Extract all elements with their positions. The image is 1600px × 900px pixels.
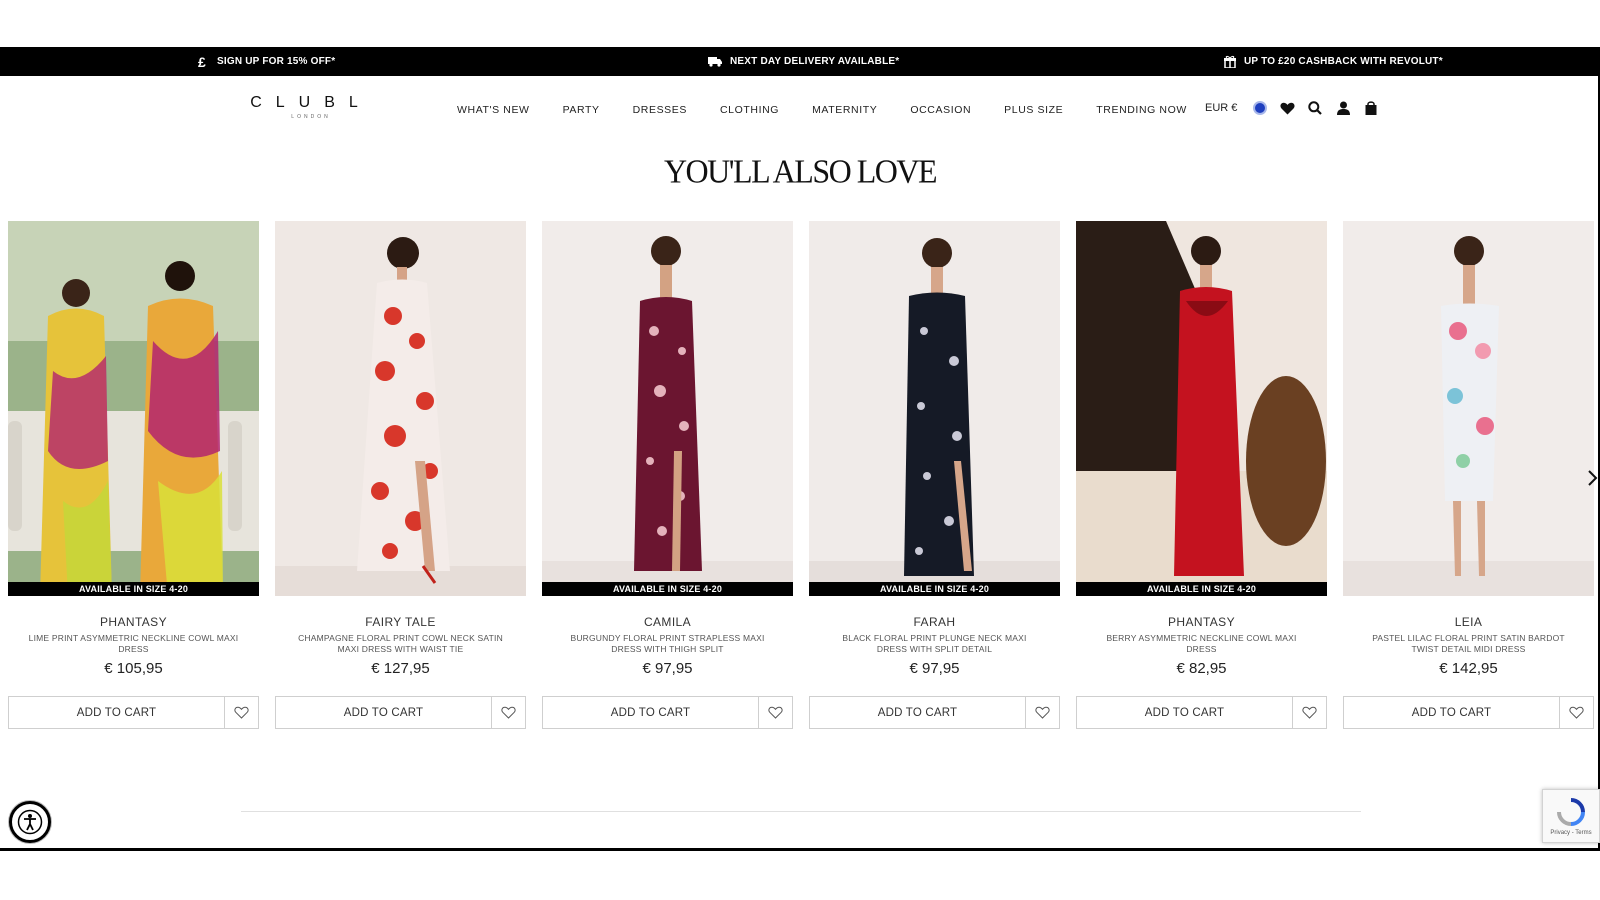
product-price: € 97,95 bbox=[642, 660, 693, 677]
nav-item-party[interactable]: PARTY bbox=[563, 104, 600, 116]
nav-item-clothing[interactable]: CLOTHING bbox=[720, 104, 779, 116]
carousel-next-chevron-icon[interactable] bbox=[1585, 468, 1599, 488]
size-badge: AVAILABLE IN SIZE 4-20 bbox=[1076, 582, 1327, 596]
promo-delivery[interactable]: NEXT DAY DELIVERY AVAILABLE* bbox=[708, 47, 899, 76]
product-name[interactable]: LEIA bbox=[1343, 615, 1594, 629]
product-price: € 127,95 bbox=[371, 660, 430, 677]
heart-icon[interactable] bbox=[1279, 100, 1295, 116]
product-card: AVAILABLE IN SIZE 4-20 PHANTASY LIME PRI… bbox=[8, 221, 259, 731]
site-logo[interactable]: CLUBL LONDON bbox=[246, 94, 376, 120]
size-badge: AVAILABLE IN SIZE 4-20 bbox=[542, 582, 793, 596]
section-title: YOU'LL ALSO LOVE bbox=[663, 152, 938, 190]
account-icon[interactable] bbox=[1335, 100, 1351, 116]
product-description: BERRY ASYMMETRIC NECKLINE COWL MAXI DRES… bbox=[1106, 633, 1297, 654]
add-to-cart-button[interactable]: ADD TO CART bbox=[1076, 696, 1293, 729]
add-to-cart-button[interactable]: ADD TO CART bbox=[1343, 696, 1560, 729]
product-price: € 97,95 bbox=[909, 660, 960, 677]
recaptcha-badge[interactable]: Privacy - Terms bbox=[1542, 789, 1600, 843]
product-carousel: AVAILABLE IN SIZE 4-20 PHANTASY LIME PRI… bbox=[8, 221, 1600, 731]
nav-item-maternity[interactable]: MATERNITY bbox=[812, 104, 877, 116]
product-image[interactable]: AVAILABLE IN SIZE 4-20 bbox=[1076, 221, 1327, 596]
product-image[interactable]: AVAILABLE IN SIZE 4-20 bbox=[8, 221, 259, 596]
size-badge: AVAILABLE IN SIZE 4-20 bbox=[809, 582, 1060, 596]
product-description: PASTEL LILAC FLORAL PRINT SATIN BARDOT T… bbox=[1372, 633, 1565, 654]
product-card: AVAILABLE IN SIZE 4-20 CAMILA BURGUNDY F… bbox=[542, 221, 793, 731]
product-name[interactable]: CAMILA bbox=[542, 615, 793, 629]
nav-item-occasion[interactable]: OCCASION bbox=[910, 104, 971, 116]
nav-item-whats-new[interactable]: WHAT'S NEW bbox=[457, 104, 530, 116]
promo-signup-text: SIGN UP FOR 15% OFF* bbox=[217, 56, 336, 67]
header-tools: EUR € bbox=[1205, 100, 1379, 116]
product-card: LEIA PASTEL LILAC FLORAL PRINT SATIN BAR… bbox=[1343, 221, 1594, 731]
add-to-cart-button[interactable]: ADD TO CART bbox=[8, 696, 225, 729]
product-price: € 82,95 bbox=[1176, 660, 1227, 677]
currency-selector[interactable]: EUR € bbox=[1205, 102, 1237, 114]
wishlist-heart-icon[interactable] bbox=[759, 696, 793, 729]
product-card: AVAILABLE IN SIZE 4-20 PHANTASY BERRY AS… bbox=[1076, 221, 1327, 731]
wishlist-heart-icon[interactable] bbox=[225, 696, 259, 729]
search-icon[interactable] bbox=[1307, 100, 1323, 116]
wishlist-heart-icon[interactable] bbox=[1560, 696, 1594, 729]
promo-delivery-text: NEXT DAY DELIVERY AVAILABLE* bbox=[730, 56, 900, 67]
product-price: € 105,95 bbox=[104, 660, 163, 677]
accessibility-icon[interactable] bbox=[9, 801, 51, 843]
product-actions: ADD TO CART bbox=[275, 696, 526, 729]
promo-cashback[interactable]: UP TO £20 CASHBACK WITH REVOLUT* bbox=[1224, 47, 1443, 76]
wishlist-heart-icon[interactable] bbox=[1293, 696, 1327, 729]
recaptcha-icon bbox=[1557, 797, 1585, 826]
gift-icon bbox=[1224, 55, 1236, 68]
product-price: € 142,95 bbox=[1439, 660, 1498, 677]
bag-icon[interactable] bbox=[1363, 100, 1379, 116]
product-card: AVAILABLE IN SIZE 4-20 FARAH BLACK FLORA… bbox=[809, 221, 1060, 731]
product-description: BURGUNDY FLORAL PRINT STRAPLESS MAXI DRE… bbox=[570, 633, 765, 654]
product-image[interactable] bbox=[1343, 221, 1594, 596]
product-actions: ADD TO CART bbox=[1343, 696, 1594, 729]
product-image[interactable] bbox=[275, 221, 526, 596]
site-header: CLUBL LONDON WHAT'S NEW PARTY DRESSES CL… bbox=[0, 76, 1600, 136]
product-name[interactable]: PHANTASY bbox=[8, 615, 259, 629]
product-description: LIME PRINT ASYMMETRIC NECKLINE COWL MAXI… bbox=[28, 633, 239, 654]
product-actions: ADD TO CART bbox=[8, 696, 259, 729]
product-name[interactable]: PHANTASY bbox=[1076, 615, 1327, 629]
promo-signup[interactable]: £ SIGN UP FOR 15% OFF* bbox=[198, 47, 335, 76]
nav-item-plus-size[interactable]: PLUS SIZE bbox=[1004, 104, 1063, 116]
add-to-cart-button[interactable]: ADD TO CART bbox=[275, 696, 492, 729]
logo-subtext: LONDON bbox=[291, 114, 331, 120]
pound-icon: £ bbox=[198, 55, 209, 69]
wishlist-heart-icon[interactable] bbox=[492, 696, 526, 729]
add-to-cart-button[interactable]: ADD TO CART bbox=[809, 696, 1026, 729]
size-badge: AVAILABLE IN SIZE 4-20 bbox=[8, 582, 259, 596]
product-description: BLACK FLORAL PRINT PLUNGE NECK MAXI DRES… bbox=[842, 633, 1027, 654]
add-to-cart-button[interactable]: ADD TO CART bbox=[542, 696, 759, 729]
footer-divider bbox=[241, 811, 1361, 812]
nav-item-trending-now[interactable]: TRENDING NOW bbox=[1096, 104, 1187, 116]
flag-icon[interactable] bbox=[1253, 101, 1268, 115]
product-image[interactable]: AVAILABLE IN SIZE 4-20 bbox=[809, 221, 1060, 596]
main-nav: WHAT'S NEW PARTY DRESSES CLOTHING MATERN… bbox=[457, 104, 1220, 116]
wishlist-heart-icon[interactable] bbox=[1026, 696, 1060, 729]
product-card: FAIRY TALE CHAMPAGNE FLORAL PRINT COWL N… bbox=[275, 221, 526, 731]
svg-text:£: £ bbox=[198, 55, 206, 69]
delivery-truck-icon bbox=[708, 56, 722, 67]
product-description: CHAMPAGNE FLORAL PRINT COWL NECK SATIN M… bbox=[298, 633, 503, 654]
product-name[interactable]: FAIRY TALE bbox=[275, 615, 526, 629]
promo-cashback-text: UP TO £20 CASHBACK WITH REVOLUT* bbox=[1244, 56, 1443, 67]
logo-text: CLUBL bbox=[250, 94, 372, 111]
recaptcha-links[interactable]: Privacy - Terms bbox=[1550, 830, 1591, 836]
product-actions: ADD TO CART bbox=[809, 696, 1060, 729]
product-name[interactable]: FARAH bbox=[809, 615, 1060, 629]
product-actions: ADD TO CART bbox=[542, 696, 793, 729]
product-image[interactable]: AVAILABLE IN SIZE 4-20 bbox=[542, 221, 793, 596]
promo-bar: £ SIGN UP FOR 15% OFF* NEXT DAY DELIVERY… bbox=[0, 47, 1600, 76]
nav-item-dresses[interactable]: DRESSES bbox=[633, 104, 687, 116]
product-actions: ADD TO CART bbox=[1076, 696, 1327, 729]
